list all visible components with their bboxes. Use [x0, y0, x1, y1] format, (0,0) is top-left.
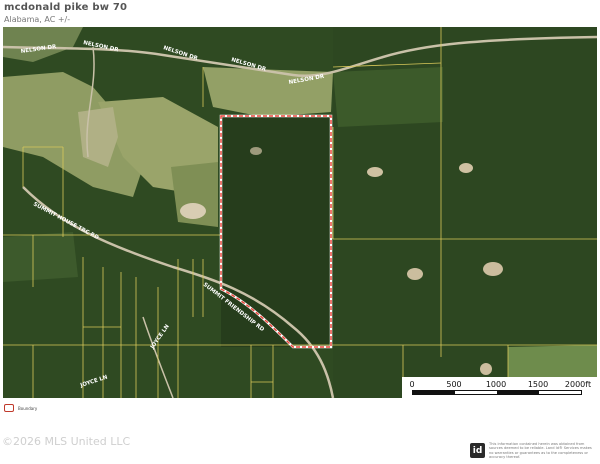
scale-tick-label: 0 — [409, 380, 415, 389]
scale-tick-label: 1500 — [527, 380, 549, 389]
scale-bar-graphic — [412, 390, 582, 395]
scale-segment — [497, 391, 539, 394]
forest-ne — [333, 67, 443, 127]
clearing-7 — [250, 147, 262, 155]
page-title: mcdonald pike bw 70 — [4, 2, 128, 13]
field-se — [508, 345, 597, 379]
legend-label: Boundary — [18, 405, 38, 411]
clearing-4 — [407, 268, 423, 280]
copyright-text: ©2026 MLS United LLC — [2, 435, 131, 448]
scale-segment — [413, 391, 455, 394]
disclaimer-text: This information contained herein was ob… — [489, 442, 592, 460]
scale-tick-label: 500 — [446, 380, 462, 389]
scale-bar: 0 500 1000 1500 2000ft — [402, 377, 597, 398]
clearing-6 — [480, 363, 492, 375]
woods-west — [3, 232, 78, 282]
clearing-1 — [180, 203, 206, 219]
scale-tick-label: 1000 — [485, 380, 507, 389]
map-legend: Boundary — [4, 404, 37, 412]
clearing-2 — [367, 167, 383, 177]
land-id-logo-icon: id — [470, 443, 485, 458]
aerial-map[interactable]: NELSON DR NELSON DR NELSON DR NELSON DR … — [3, 27, 597, 398]
clearing-5 — [483, 262, 503, 276]
boundary-swatch-icon — [4, 404, 14, 412]
logo-text: id — [472, 445, 483, 456]
clearing-3 — [459, 163, 473, 173]
scale-bar-labels: 0 500 1000 1500 2000ft — [402, 380, 597, 390]
page-subtitle: Alabama, AC +/- — [4, 15, 71, 24]
scale-tick-label: 2000ft — [564, 380, 592, 389]
map-header: mcdonald pike bw 70 Alabama, AC +/- — [4, 2, 127, 24]
map-canvas[interactable]: NELSON DR NELSON DR NELSON DR NELSON DR … — [3, 27, 597, 398]
